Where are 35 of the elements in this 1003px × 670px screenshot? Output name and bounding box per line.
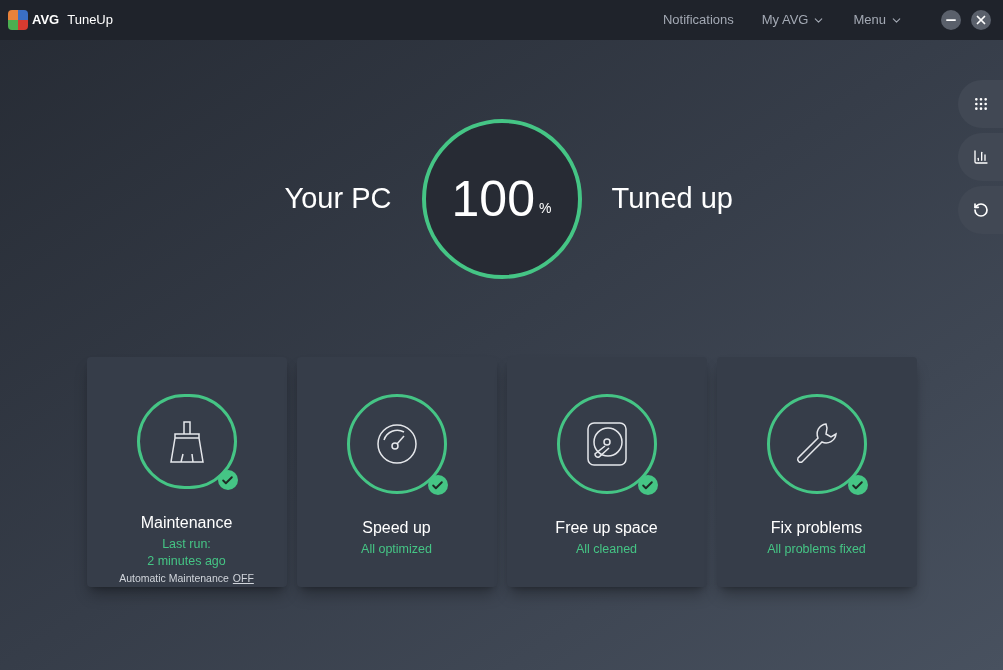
card-status: All optimized — [361, 542, 432, 557]
gauge-icon — [375, 423, 418, 465]
app-title: TuneUp — [67, 11, 113, 30]
card-title: Fix problems — [770, 518, 863, 538]
close-button[interactable] — [971, 10, 991, 30]
card-status: All problems fixed — [767, 542, 866, 557]
logo-text: AVG — [32, 11, 60, 30]
score-unit: % — [539, 198, 552, 218]
bar-chart-button[interactable] — [958, 133, 1003, 181]
card-title: Free up space — [555, 518, 658, 538]
feature-card[interactable]: Free up space All cleaned — [506, 357, 707, 587]
apps-grid-button[interactable] — [958, 80, 1003, 128]
feature-card[interactable]: Fix problems All problems fixed — [716, 357, 917, 587]
minimize-button[interactable] — [941, 10, 961, 30]
undo-button[interactable] — [958, 186, 1003, 234]
logo-icon — [8, 10, 28, 30]
card-status: Last run: — [162, 537, 211, 553]
card-status: 2 minutes ago — [147, 554, 226, 570]
grid-icon — [972, 96, 989, 112]
footer-label: Automatic Maintenance — [119, 571, 229, 587]
card-title: Maintenance — [140, 513, 233, 534]
bar-chart-icon — [972, 149, 989, 165]
undo-icon — [972, 202, 989, 218]
close-icon — [974, 13, 988, 27]
card-title: Speed up — [362, 518, 431, 538]
hero-right-text: Tuned up — [611, 181, 734, 217]
score-value: 100 — [451, 169, 535, 229]
card-status: All cleaned — [575, 542, 638, 557]
nav-menu-item[interactable]: Menu — [853, 10, 903, 30]
hero-left-text: Your PC — [283, 181, 392, 217]
nav-menu-item[interactable]: My AVG — [761, 10, 826, 30]
feature-card[interactable]: Speed up All optimized — [296, 357, 497, 587]
toggle-link[interactable]: OFF — [232, 571, 254, 587]
nav-menu-item[interactable]: Notifications — [662, 10, 734, 30]
feature-card[interactable]: Maintenance Last run: 2 minutes ago Automatic Maintenance OFF — [86, 357, 287, 587]
